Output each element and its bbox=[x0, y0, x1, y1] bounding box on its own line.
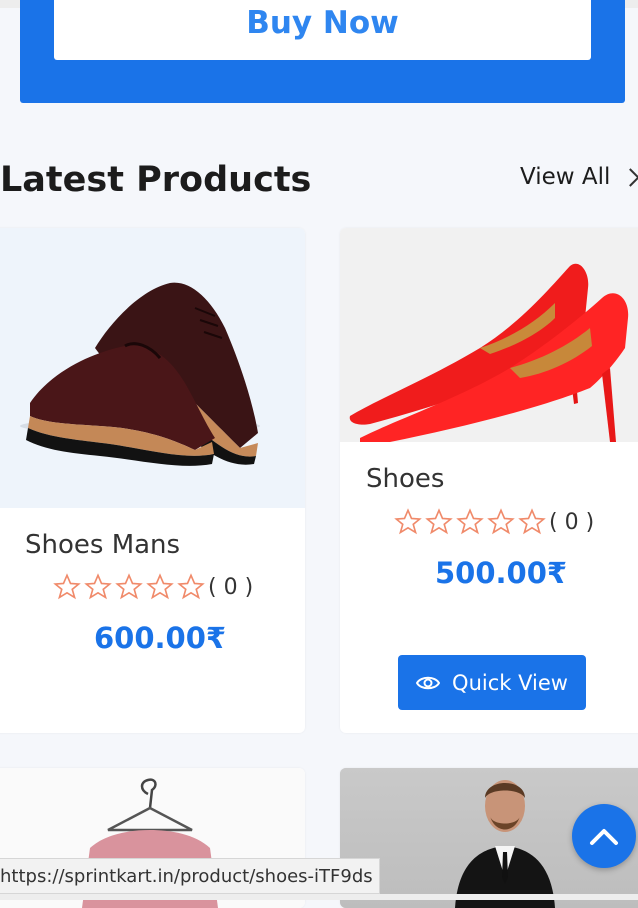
eye-icon bbox=[416, 676, 441, 689]
scroll-to-top-button[interactable] bbox=[572, 804, 636, 868]
section-title: Latest Products bbox=[0, 160, 312, 200]
star-outline-icon bbox=[425, 508, 453, 535]
status-bar-url: https://sprintkart.in/product/shoes-iTF9… bbox=[0, 858, 380, 894]
product-price: 600.00₹ bbox=[94, 621, 227, 655]
rating: ( 0 ) bbox=[53, 573, 253, 601]
chevron-up-icon bbox=[590, 829, 618, 845]
rating-count: ( 0 ) bbox=[549, 509, 595, 535]
chevron-right-icon bbox=[621, 167, 638, 187]
star-outline-icon bbox=[146, 573, 174, 600]
product-image[interactable] bbox=[340, 228, 638, 442]
product-name[interactable]: Shoes bbox=[366, 464, 444, 494]
view-all-label: View All bbox=[520, 164, 611, 190]
star-outline-icon bbox=[456, 508, 484, 535]
product-name[interactable]: Shoes Mans bbox=[25, 530, 180, 560]
star-outline-icon bbox=[115, 573, 143, 600]
product-card-shoes[interactable]: Shoes ( 0 ) 500.00₹ Quick View bbox=[340, 228, 638, 733]
quick-view-label: Quick View bbox=[452, 670, 568, 695]
star-outline-icon bbox=[487, 508, 515, 535]
product-image[interactable] bbox=[0, 228, 305, 508]
buy-now-button[interactable]: Buy Now bbox=[54, 0, 591, 60]
star-outline-icon bbox=[394, 508, 422, 535]
quick-view-button[interactable]: Quick View bbox=[398, 655, 586, 710]
product-card-shoes-mans[interactable]: Shoes Mans ( 0 ) 600.00₹ bbox=[0, 228, 305, 733]
promo-banner: Buy Now bbox=[20, 0, 625, 103]
star-outline-icon bbox=[177, 573, 205, 600]
product-price: 500.00₹ bbox=[435, 556, 568, 590]
red-heels-image bbox=[349, 263, 629, 442]
bottom-strip bbox=[0, 894, 638, 900]
star-outline-icon bbox=[518, 508, 546, 535]
rating-count: ( 0 ) bbox=[208, 574, 254, 600]
star-outline-icon bbox=[84, 573, 112, 600]
rating: ( 0 ) bbox=[394, 508, 594, 536]
view-all-link[interactable]: View All bbox=[520, 164, 638, 190]
brown-derby-shoes-image bbox=[20, 282, 260, 466]
star-outline-icon bbox=[53, 573, 81, 600]
